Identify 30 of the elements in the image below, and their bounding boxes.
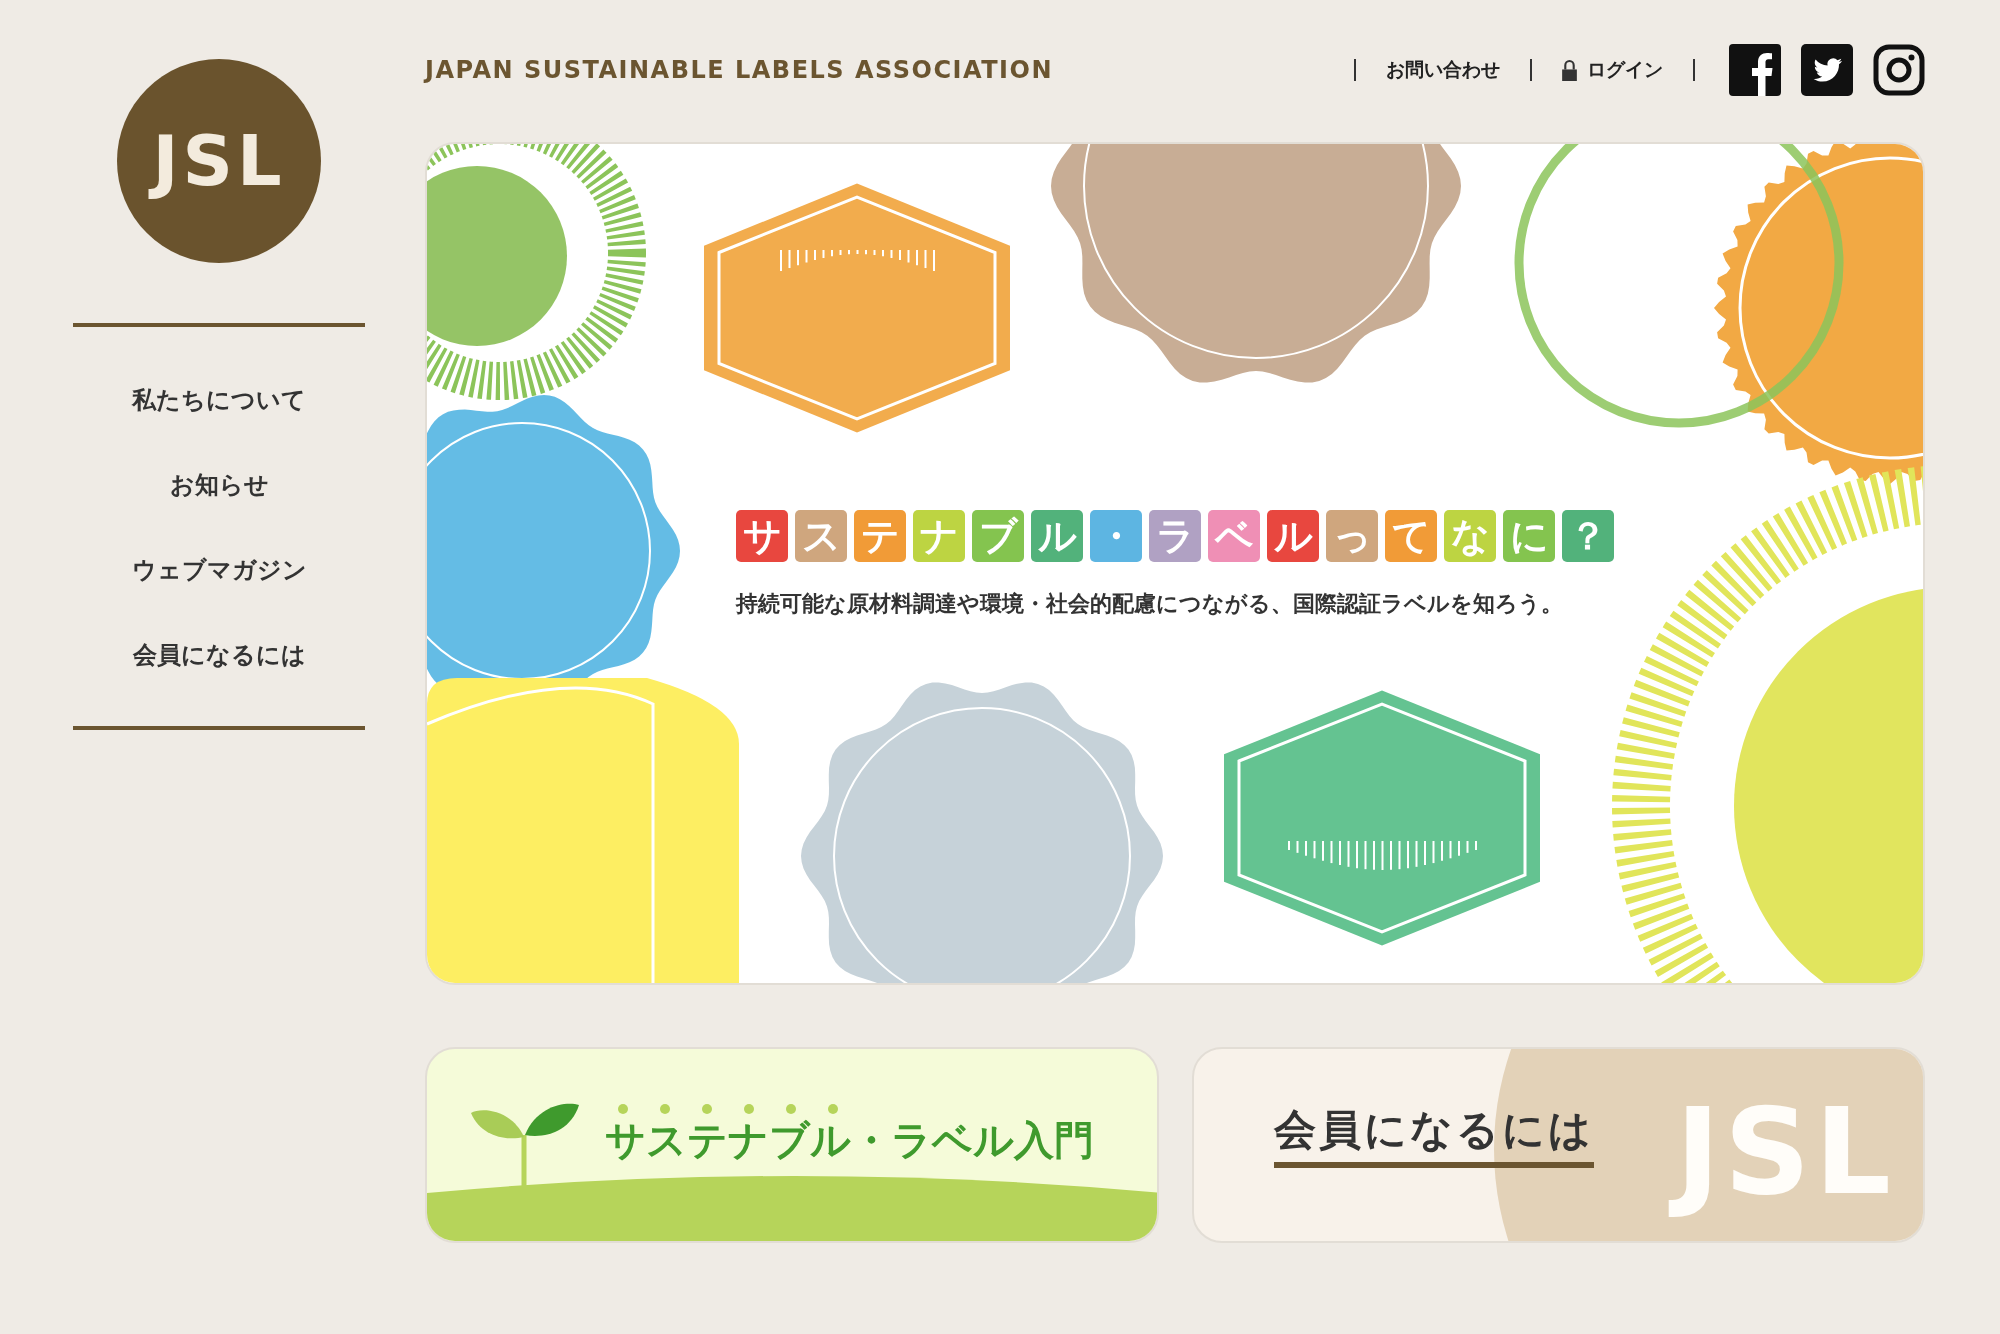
title-tile: ラ bbox=[1149, 510, 1201, 562]
dot-row-icon bbox=[617, 1103, 839, 1115]
title-tile: テ bbox=[854, 510, 906, 562]
header-link[interactable]: お問い合わせ bbox=[1354, 59, 1530, 81]
facebook-icon[interactable] bbox=[1729, 44, 1781, 96]
twitter-icon[interactable] bbox=[1801, 44, 1853, 96]
logo[interactable]: JSL bbox=[117, 59, 321, 263]
instagram-icon[interactable] bbox=[1873, 44, 1925, 96]
nav-link[interactable]: 会員になるには bbox=[132, 631, 306, 679]
title-tile: ・ bbox=[1090, 510, 1142, 562]
title-tile: サ bbox=[736, 510, 788, 562]
title-tile: ル bbox=[1031, 510, 1083, 562]
title-tile: ベ bbox=[1208, 510, 1260, 562]
site-title: JAPAN SUSTAINABLE LABELS ASSOCIATION bbox=[425, 56, 1054, 84]
header-link[interactable]: ログイン bbox=[1530, 59, 1693, 81]
title-tile: に bbox=[1503, 510, 1555, 562]
membership-banner[interactable]: 会員になるには JSL bbox=[1191, 1047, 1925, 1243]
title-tile: ナ bbox=[913, 510, 965, 562]
title-tile: ル bbox=[1267, 510, 1319, 562]
title-tile: て bbox=[1385, 510, 1437, 562]
title-tile: ブ bbox=[972, 510, 1024, 562]
title-tile: な bbox=[1444, 510, 1496, 562]
title-tile: ス bbox=[795, 510, 847, 562]
lock-icon bbox=[1562, 59, 1577, 81]
nav-link[interactable]: 私たちについて bbox=[132, 376, 306, 424]
title-tile: っ bbox=[1326, 510, 1378, 562]
title-tile: ？ bbox=[1562, 510, 1614, 562]
nav-link[interactable]: ウェブマガジン bbox=[131, 546, 307, 594]
nav-link[interactable]: お知らせ bbox=[169, 461, 269, 509]
hero-subtitle: 持続可能な原材料調達や環境・社会的配慮につながる、国際認証ラベルを知ろう。 bbox=[736, 590, 1564, 618]
